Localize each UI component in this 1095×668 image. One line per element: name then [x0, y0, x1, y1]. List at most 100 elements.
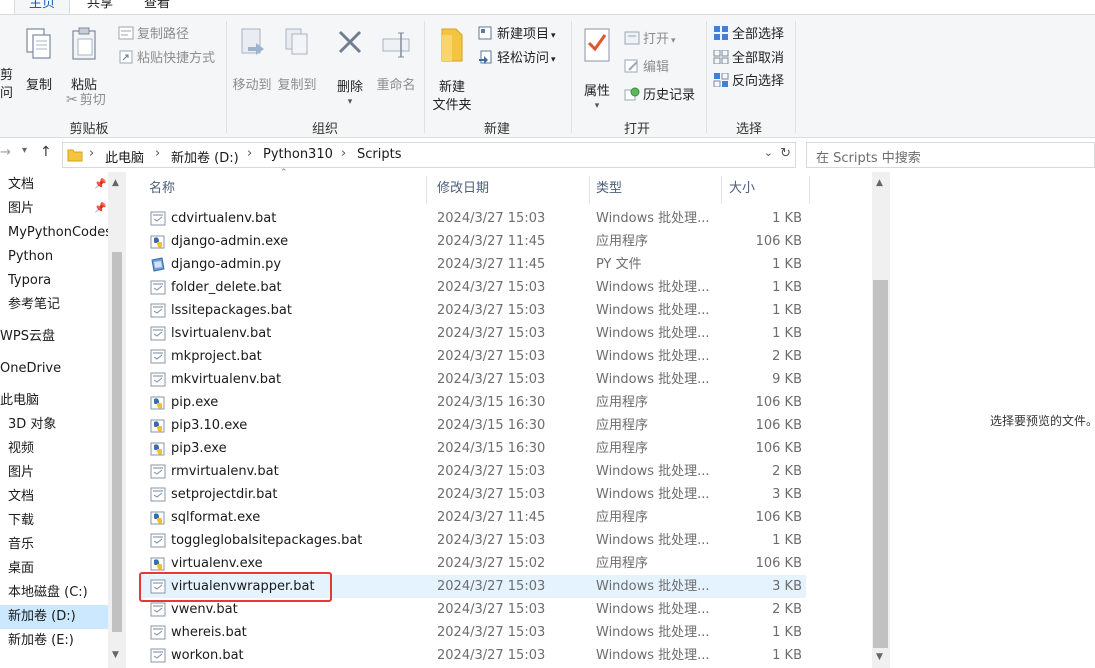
exe-file-icon: [150, 557, 165, 571]
file-type: 应用程序: [596, 234, 649, 249]
column-header-name[interactable]: 名称: [149, 172, 175, 206]
select-all-button[interactable]: 全部选择: [713, 26, 784, 44]
scroll-down-arrow-icon[interactable]: ▼: [112, 650, 119, 660]
nav-item[interactable]: 桌面: [0, 557, 108, 581]
nav-item[interactable]: WPS云盘: [0, 325, 108, 349]
recent-locations-chevron-icon[interactable]: ▾: [22, 145, 27, 156]
open-button[interactable]: 打开 ▾: [624, 31, 676, 50]
properties-dropdown-icon[interactable]: ▾: [578, 97, 616, 115]
open-icon: [624, 31, 640, 45]
nav-item[interactable]: Python: [0, 245, 108, 269]
pin-icon[interactable]: 📌: [94, 197, 106, 221]
invert-selection-button[interactable]: 反向选择: [713, 72, 784, 91]
file-date: 2024/3/27 15:03: [437, 372, 546, 387]
scroll-up-arrow-icon[interactable]: ▲: [876, 178, 883, 188]
file-list-scrollbar[interactable]: ▲ ▼: [872, 172, 890, 668]
history-button[interactable]: 历史记录: [624, 87, 695, 105]
tab-share[interactable]: 共享: [80, 0, 120, 14]
nav-item[interactable]: 音乐: [0, 533, 108, 557]
file-row[interactable]: pip3.10.exe 2024/3/15 16:30 应用程序 106 KB: [140, 414, 806, 437]
file-row[interactable]: cdvirtualenv.bat 2024/3/27 15:03 Windows…: [140, 207, 806, 230]
file-row[interactable]: setprojectdir.bat 2024/3/27 15:03 Window…: [140, 483, 806, 506]
file-row[interactable]: lsvirtualenv.bat 2024/3/27 15:03 Windows…: [140, 322, 806, 345]
file-row[interactable]: django-admin.py 2024/3/27 11:45 PY 文件 1 …: [140, 253, 806, 276]
nav-item[interactable]: 此电脑: [0, 389, 108, 413]
nav-item[interactable]: Typora: [0, 269, 108, 293]
column-divider[interactable]: [721, 176, 722, 204]
file-row[interactable]: pip.exe 2024/3/15 16:30 应用程序 106 KB: [140, 391, 806, 414]
file-row[interactable]: django-admin.exe 2024/3/27 11:45 应用程序 10…: [140, 230, 806, 253]
column-header-type[interactable]: 类型: [596, 172, 622, 206]
file-row[interactable]: rmvirtualenv.bat 2024/3/27 15:03 Windows…: [140, 460, 806, 483]
nav-item[interactable]: 文档 📌: [0, 173, 108, 197]
select-none-button[interactable]: 全部取消: [713, 49, 784, 68]
up-arrow-icon[interactable]: ↑: [40, 144, 52, 160]
paste-shortcut-button[interactable]: 粘贴快捷方式: [118, 50, 215, 68]
nav-item[interactable]: 图片: [0, 461, 108, 485]
edit-button[interactable]: 编辑: [624, 59, 669, 77]
file-date: 2024/3/27 11:45: [437, 234, 546, 249]
file-row[interactable]: folder_delete.bat 2024/3/27 15:03 Window…: [140, 276, 806, 299]
nav-item[interactable]: 文档: [0, 485, 108, 509]
breadcrumb-chevron-icon[interactable]: ›: [155, 146, 160, 161]
file-row[interactable]: mkvirtualenv.bat 2024/3/27 15:03 Windows…: [140, 368, 806, 391]
breadcrumb-drive-d[interactable]: 新加卷 (D:): [171, 147, 239, 166]
nav-item[interactable]: 图片 📌: [0, 197, 108, 221]
file-row[interactable]: workon.bat 2024/3/27 15:03 Windows 批处理..…: [140, 644, 806, 667]
breadcrumb-python310[interactable]: Python310: [263, 147, 333, 162]
address-bar[interactable]: › 此电脑 › 新加卷 (D:) › Python310 › Scripts ⌄…: [62, 142, 796, 168]
file-size: 3 KB: [772, 487, 802, 502]
nav-item[interactable]: 本地磁盘 (C:): [0, 581, 108, 605]
scroll-up-arrow-icon[interactable]: ▲: [112, 178, 119, 188]
file-row[interactable]: mkproject.bat 2024/3/27 15:03 Windows 批处…: [140, 345, 806, 368]
breadcrumb-chevron-icon[interactable]: ›: [247, 146, 252, 161]
column-header-size[interactable]: 大小: [729, 172, 755, 206]
breadcrumb-chevron-icon[interactable]: ›: [341, 146, 346, 161]
search-box[interactable]: 在 Scripts 中搜索: [806, 142, 1095, 168]
nav-item[interactable]: OneDrive: [0, 357, 108, 381]
column-divider[interactable]: [426, 176, 427, 204]
cut-button[interactable]: ✂ 剪切: [66, 91, 106, 110]
new-folder-label-1: 新建: [438, 80, 465, 95]
scroll-down-arrow-icon[interactable]: ▼: [876, 652, 883, 662]
file-row[interactable]: pip3.exe 2024/3/15 16:30 应用程序 106 KB: [140, 437, 806, 460]
column-divider[interactable]: [809, 176, 810, 204]
file-name: django-admin.py: [171, 257, 282, 272]
new-item-dropdown-icon: ▾: [551, 31, 556, 41]
nav-scroll-thumb[interactable]: [112, 252, 122, 632]
column-header-date[interactable]: 修改日期: [437, 172, 489, 206]
breadcrumb-chevron-icon[interactable]: ›: [89, 146, 94, 161]
breadcrumb-this-pc[interactable]: 此电脑: [105, 147, 144, 166]
column-divider[interactable]: [589, 176, 590, 204]
file-row[interactable]: whereis.bat 2024/3/27 15:03 Windows 批处理.…: [140, 621, 806, 644]
nav-item[interactable]: 新加卷 (E:): [0, 629, 108, 653]
file-row[interactable]: sqlformat.exe 2024/3/27 11:45 应用程序 106 K…: [140, 506, 806, 529]
copy-to-label: 复制到: [277, 78, 317, 93]
file-row[interactable]: toggleglobalsitepackages.bat 2024/3/27 1…: [140, 529, 806, 552]
folder-icon: [67, 149, 83, 162]
nav-item[interactable]: 下载: [0, 509, 108, 533]
refresh-icon[interactable]: ↻: [780, 146, 791, 161]
nav-scrollbar[interactable]: ▲ ▼: [108, 172, 126, 668]
file-scroll-thumb[interactable]: [873, 280, 888, 648]
file-name: mkvirtualenv.bat: [171, 372, 282, 387]
tab-view[interactable]: 查看: [137, 0, 177, 14]
pin-icon[interactable]: 📌: [94, 173, 106, 197]
delete-dropdown-icon[interactable]: ▾: [333, 93, 367, 111]
nav-item[interactable]: 视频: [0, 437, 108, 461]
pin-quick-access-button[interactable]: 剪 问: [0, 67, 13, 103]
easy-access-button[interactable]: 轻松访问 ▾: [478, 50, 556, 69]
breadcrumb-scripts[interactable]: Scripts: [357, 147, 401, 162]
forward-arrow-icon[interactable]: →: [0, 145, 11, 160]
ribbon: 剪 问 复制 粘贴 复制路径 粘贴快捷方式 ✂ 剪切 剪贴板 移动到 复制到 删…: [0, 14, 1095, 138]
nav-item[interactable]: 新加卷 (D:): [0, 605, 108, 629]
new-item-button[interactable]: 新建项目 ▾: [478, 26, 556, 45]
file-row[interactable]: lssitepackages.bat 2024/3/27 15:03 Windo…: [140, 299, 806, 322]
copy-path-button[interactable]: 复制路径: [118, 26, 189, 44]
nav-item[interactable]: MyPythonCodes: [0, 221, 108, 245]
nav-item[interactable]: 参考笔记: [0, 293, 108, 317]
address-dropdown-icon[interactable]: ⌄: [764, 146, 773, 159]
tab-home[interactable]: 主页: [14, 0, 70, 14]
open-label: 打开: [643, 32, 670, 47]
nav-item[interactable]: 3D 对象: [0, 413, 108, 437]
